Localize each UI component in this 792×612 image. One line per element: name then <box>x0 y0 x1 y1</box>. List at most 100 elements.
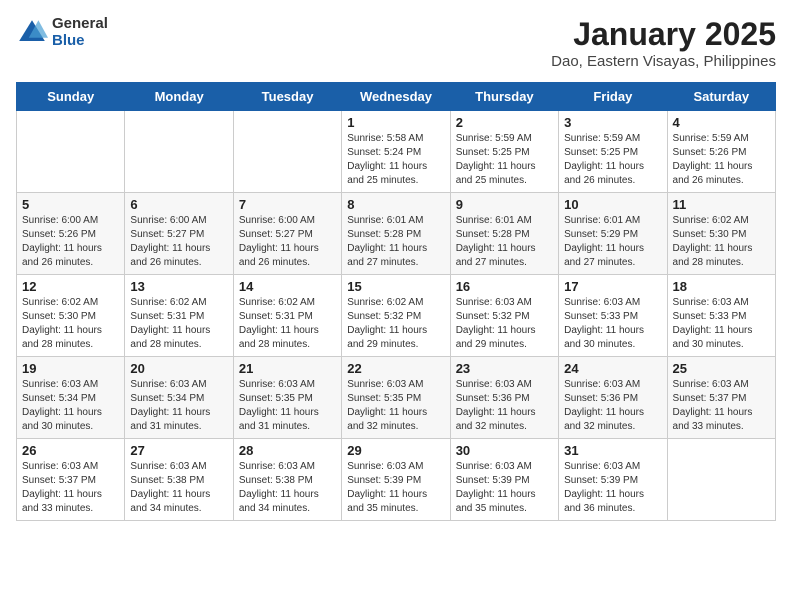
calendar-day-cell: 16 Sunrise: 6:03 AM Sunset: 5:32 PM Dayli… <box>450 275 558 357</box>
calendar-week-row: 5 Sunrise: 6:00 AM Sunset: 5:26 PM Daylig… <box>17 193 776 275</box>
calendar-day-cell: 13 Sunrise: 6:02 AM Sunset: 5:31 PM Dayli… <box>125 275 233 357</box>
day-number: 11 <box>673 197 770 212</box>
calendar-day-cell: 9Sunrise: 6:01 AM Sunset: 5:28 PM Daylig… <box>450 193 558 275</box>
calendar-day-cell <box>125 111 233 193</box>
calendar-day-cell: 14 Sunrise: 6:02 AM Sunset: 5:31 PM Dayli… <box>233 275 341 357</box>
day-number: 2 <box>456 115 553 130</box>
day-number: 4 <box>673 115 770 130</box>
weekday-row: SundayMondayTuesdayWednesdayThursdayFrid… <box>17 83 776 111</box>
calendar-week-row: 1Sunrise: 5:58 AM Sunset: 5:24 PM Daylig… <box>17 111 776 193</box>
day-number: 10 <box>564 197 661 212</box>
logo-icon <box>16 17 48 49</box>
weekday-header: Wednesday <box>342 83 450 111</box>
calendar-week-row: 26 Sunrise: 6:03 AM Sunset: 5:37 PM Dayli… <box>17 439 776 521</box>
day-number: 1 <box>347 115 444 130</box>
day-number: 24 <box>564 361 661 376</box>
calendar-day-cell <box>17 111 125 193</box>
page-title: January 2025 <box>551 16 776 53</box>
day-info: Sunrise: 5:59 AM Sunset: 5:26 PM Dayligh… <box>673 132 770 188</box>
day-info: Sunrise: 6:03 AM Sunset: 5:35 PM Dayligh… <box>347 378 444 434</box>
calendar-day-cell: 23 Sunrise: 6:03 AM Sunset: 5:36 PM Dayli… <box>450 357 558 439</box>
day-number: 14 <box>239 279 336 294</box>
weekday-header: Thursday <box>450 83 558 111</box>
calendar-day-cell: 12 Sunrise: 6:02 AM Sunset: 5:30 PM Dayli… <box>17 275 125 357</box>
calendar-day-cell: 8Sunrise: 6:01 AM Sunset: 5:28 PM Daylig… <box>342 193 450 275</box>
calendar-day-cell: 7 Sunrise: 6:00 AM Sunset: 5:27 PM Daylig… <box>233 193 341 275</box>
logo-blue: Blue <box>52 33 108 50</box>
day-info: Sunrise: 5:59 AM Sunset: 5:25 PM Dayligh… <box>456 132 553 188</box>
day-number: 30 <box>456 443 553 458</box>
day-info: Sunrise: 6:01 AM Sunset: 5:28 PM Dayligh… <box>347 214 444 270</box>
weekday-header: Saturday <box>667 83 775 111</box>
day-info: Sunrise: 6:01 AM Sunset: 5:29 PM Dayligh… <box>564 214 661 270</box>
day-info: Sunrise: 6:02 AM Sunset: 5:30 PM Dayligh… <box>22 296 119 352</box>
calendar-table: SundayMondayTuesdayWednesdayThursdayFrid… <box>16 82 776 521</box>
calendar-day-cell: 3 Sunrise: 5:59 AM Sunset: 5:25 PM Daylig… <box>559 111 667 193</box>
calendar-day-cell <box>233 111 341 193</box>
page-header: General Blue January 2025 Dao, Eastern V… <box>16 16 776 70</box>
calendar-day-cell: 18Sunrise: 6:03 AM Sunset: 5:33 PM Dayli… <box>667 275 775 357</box>
calendar-day-cell: 21 Sunrise: 6:03 AM Sunset: 5:35 PM Dayli… <box>233 357 341 439</box>
calendar-day-cell: 25Sunrise: 6:03 AM Sunset: 5:37 PM Dayli… <box>667 357 775 439</box>
day-info: Sunrise: 6:03 AM Sunset: 5:32 PM Dayligh… <box>456 296 553 352</box>
day-info: Sunrise: 6:03 AM Sunset: 5:38 PM Dayligh… <box>130 460 227 516</box>
calendar-day-cell: 30Sunrise: 6:03 AM Sunset: 5:39 PM Dayli… <box>450 439 558 521</box>
calendar-day-cell: 22 Sunrise: 6:03 AM Sunset: 5:35 PM Dayli… <box>342 357 450 439</box>
day-info: Sunrise: 6:00 AM Sunset: 5:27 PM Dayligh… <box>130 214 227 270</box>
weekday-header: Sunday <box>17 83 125 111</box>
day-number: 15 <box>347 279 444 294</box>
day-number: 23 <box>456 361 553 376</box>
day-number: 20 <box>130 361 227 376</box>
calendar-header: SundayMondayTuesdayWednesdayThursdayFrid… <box>17 83 776 111</box>
calendar-day-cell: 31Sunrise: 6:03 AM Sunset: 5:39 PM Dayli… <box>559 439 667 521</box>
calendar-week-row: 19Sunrise: 6:03 AM Sunset: 5:34 PM Dayli… <box>17 357 776 439</box>
title-block: January 2025 Dao, Eastern Visayas, Phili… <box>551 16 776 70</box>
calendar-day-cell: 24Sunrise: 6:03 AM Sunset: 5:36 PM Dayli… <box>559 357 667 439</box>
logo-text: General Blue <box>52 16 108 49</box>
day-number: 13 <box>130 279 227 294</box>
day-info: Sunrise: 6:03 AM Sunset: 5:37 PM Dayligh… <box>22 460 119 516</box>
day-number: 26 <box>22 443 119 458</box>
day-number: 25 <box>673 361 770 376</box>
day-number: 22 <box>347 361 444 376</box>
day-info: Sunrise: 5:59 AM Sunset: 5:25 PM Dayligh… <box>564 132 661 188</box>
calendar-day-cell: 11 Sunrise: 6:02 AM Sunset: 5:30 PM Dayli… <box>667 193 775 275</box>
logo: General Blue <box>16 16 108 49</box>
calendar-day-cell: 10 Sunrise: 6:01 AM Sunset: 5:29 PM Dayli… <box>559 193 667 275</box>
day-number: 31 <box>564 443 661 458</box>
day-info: Sunrise: 6:03 AM Sunset: 5:33 PM Dayligh… <box>673 296 770 352</box>
day-info: Sunrise: 6:02 AM Sunset: 5:30 PM Dayligh… <box>673 214 770 270</box>
calendar-day-cell: 15 Sunrise: 6:02 AM Sunset: 5:32 PM Dayli… <box>342 275 450 357</box>
day-info: Sunrise: 6:02 AM Sunset: 5:31 PM Dayligh… <box>239 296 336 352</box>
calendar-body: 1Sunrise: 5:58 AM Sunset: 5:24 PM Daylig… <box>17 111 776 521</box>
calendar-day-cell: 4 Sunrise: 5:59 AM Sunset: 5:26 PM Daylig… <box>667 111 775 193</box>
day-number: 28 <box>239 443 336 458</box>
day-number: 16 <box>456 279 553 294</box>
calendar-day-cell: 28 Sunrise: 6:03 AM Sunset: 5:38 PM Dayli… <box>233 439 341 521</box>
day-number: 7 <box>239 197 336 212</box>
calendar-day-cell <box>667 439 775 521</box>
day-info: Sunrise: 6:03 AM Sunset: 5:36 PM Dayligh… <box>456 378 553 434</box>
day-number: 6 <box>130 197 227 212</box>
calendar-day-cell: 29 Sunrise: 6:03 AM Sunset: 5:39 PM Dayli… <box>342 439 450 521</box>
calendar-day-cell: 26 Sunrise: 6:03 AM Sunset: 5:37 PM Dayli… <box>17 439 125 521</box>
logo-general: General <box>52 16 108 33</box>
day-number: 12 <box>22 279 119 294</box>
day-info: Sunrise: 6:03 AM Sunset: 5:38 PM Dayligh… <box>239 460 336 516</box>
day-number: 29 <box>347 443 444 458</box>
day-number: 21 <box>239 361 336 376</box>
day-number: 5 <box>22 197 119 212</box>
day-info: Sunrise: 6:02 AM Sunset: 5:32 PM Dayligh… <box>347 296 444 352</box>
calendar-day-cell: 1Sunrise: 5:58 AM Sunset: 5:24 PM Daylig… <box>342 111 450 193</box>
day-info: Sunrise: 6:00 AM Sunset: 5:26 PM Dayligh… <box>22 214 119 270</box>
calendar-day-cell: 27Sunrise: 6:03 AM Sunset: 5:38 PM Dayli… <box>125 439 233 521</box>
day-info: Sunrise: 6:03 AM Sunset: 5:34 PM Dayligh… <box>22 378 119 434</box>
calendar-day-cell: 6 Sunrise: 6:00 AM Sunset: 5:27 PM Daylig… <box>125 193 233 275</box>
calendar-day-cell: 2 Sunrise: 5:59 AM Sunset: 5:25 PM Daylig… <box>450 111 558 193</box>
day-info: Sunrise: 6:03 AM Sunset: 5:35 PM Dayligh… <box>239 378 336 434</box>
day-info: Sunrise: 6:00 AM Sunset: 5:27 PM Dayligh… <box>239 214 336 270</box>
day-info: Sunrise: 6:02 AM Sunset: 5:31 PM Dayligh… <box>130 296 227 352</box>
day-number: 3 <box>564 115 661 130</box>
day-info: Sunrise: 6:03 AM Sunset: 5:39 PM Dayligh… <box>347 460 444 516</box>
weekday-header: Tuesday <box>233 83 341 111</box>
